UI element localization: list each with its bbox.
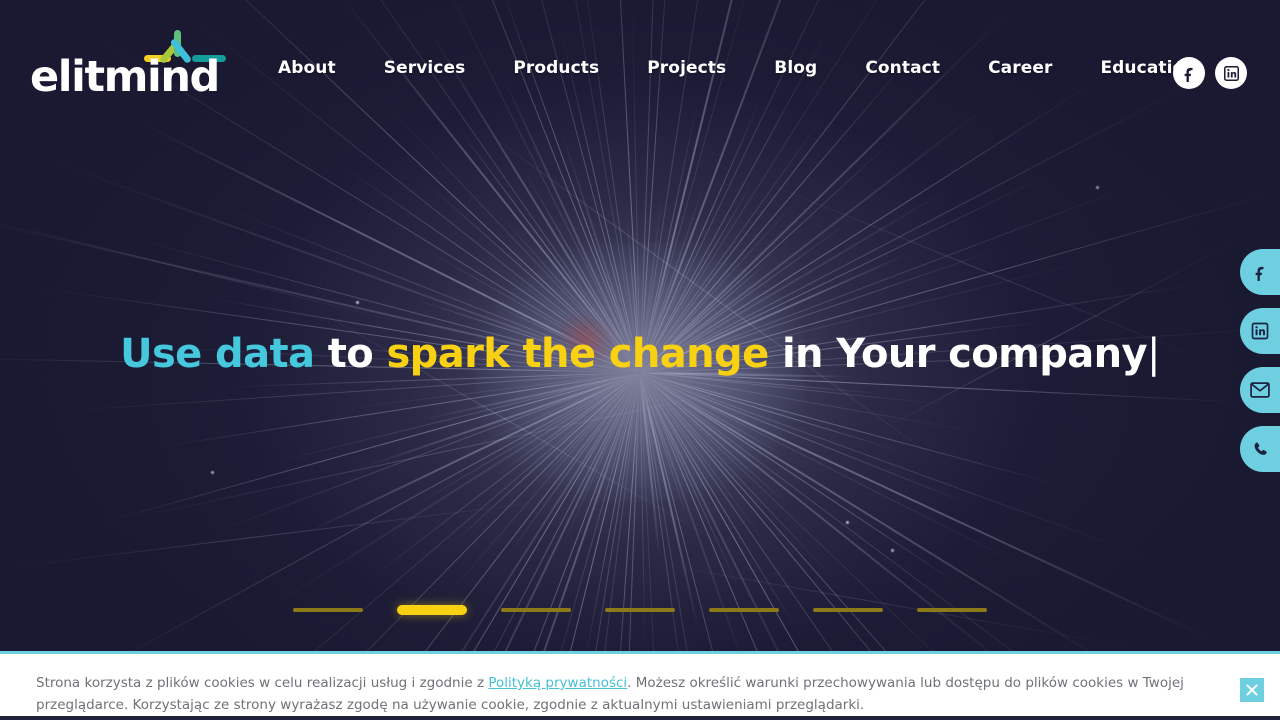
typing-caret: | (1147, 331, 1160, 377)
slide-indicator-6[interactable] (813, 608, 883, 612)
hero-headline: Use data to spark the change in Your com… (0, 330, 1280, 378)
linkedin-icon[interactable] (1215, 57, 1247, 89)
logo[interactable]: elitmind (30, 28, 230, 100)
nav-item-career[interactable]: Career (988, 58, 1052, 78)
header-social-links (1173, 57, 1247, 89)
rail-facebook-icon[interactable] (1240, 249, 1280, 295)
slide-indicator-3[interactable] (501, 608, 571, 612)
headline-part-3: spark the change (386, 331, 769, 377)
slider-indicators[interactable] (0, 605, 1280, 615)
privacy-policy-link[interactable]: Polityką prywatności (488, 675, 627, 691)
slide-indicator-5[interactable] (709, 608, 779, 612)
bottom-rule (0, 716, 1280, 720)
page-root: Use data to spark the change in Your com… (0, 0, 1280, 720)
nav-item-products[interactable]: Products (513, 58, 599, 78)
nav-item-projects[interactable]: Projects (647, 58, 726, 78)
headline-part-2: to (314, 331, 387, 377)
slide-indicator-1[interactable] (293, 608, 363, 612)
logo-wordmark: elitmind (30, 52, 220, 102)
cookie-consent-banner: Strona korzysta z plików cookies w celu … (0, 651, 1280, 720)
slide-indicator-2[interactable] (397, 605, 467, 615)
headline-part-1: Use data (120, 331, 315, 377)
nav-item-blog[interactable]: Blog (774, 58, 817, 78)
cookie-text-before: Strona korzysta z plików cookies w celu … (36, 675, 489, 691)
slide-indicator-4[interactable] (605, 608, 675, 612)
main-nav: About Services Products Projects Blog Contact… (278, 58, 1197, 78)
nav-item-about[interactable]: About (278, 58, 336, 78)
cookie-text: Strona korzysta z plików cookies w celu … (36, 672, 1226, 717)
slide-indicator-7[interactable] (917, 608, 987, 612)
top-navigation-bar: elitmind About Services Products Projects Bl… (0, 0, 1280, 145)
close-icon[interactable] (1240, 678, 1264, 702)
rail-envelope-icon[interactable] (1240, 367, 1280, 413)
nav-item-contact[interactable]: Contact (865, 58, 940, 78)
headline-part-4: in Your company (768, 331, 1148, 377)
rail-linkedin-icon[interactable] (1240, 308, 1280, 354)
floating-social-rail (1240, 249, 1280, 472)
rail-phone-icon[interactable] (1240, 426, 1280, 472)
nav-item-services[interactable]: Services (384, 58, 466, 78)
facebook-icon[interactable] (1173, 57, 1205, 89)
